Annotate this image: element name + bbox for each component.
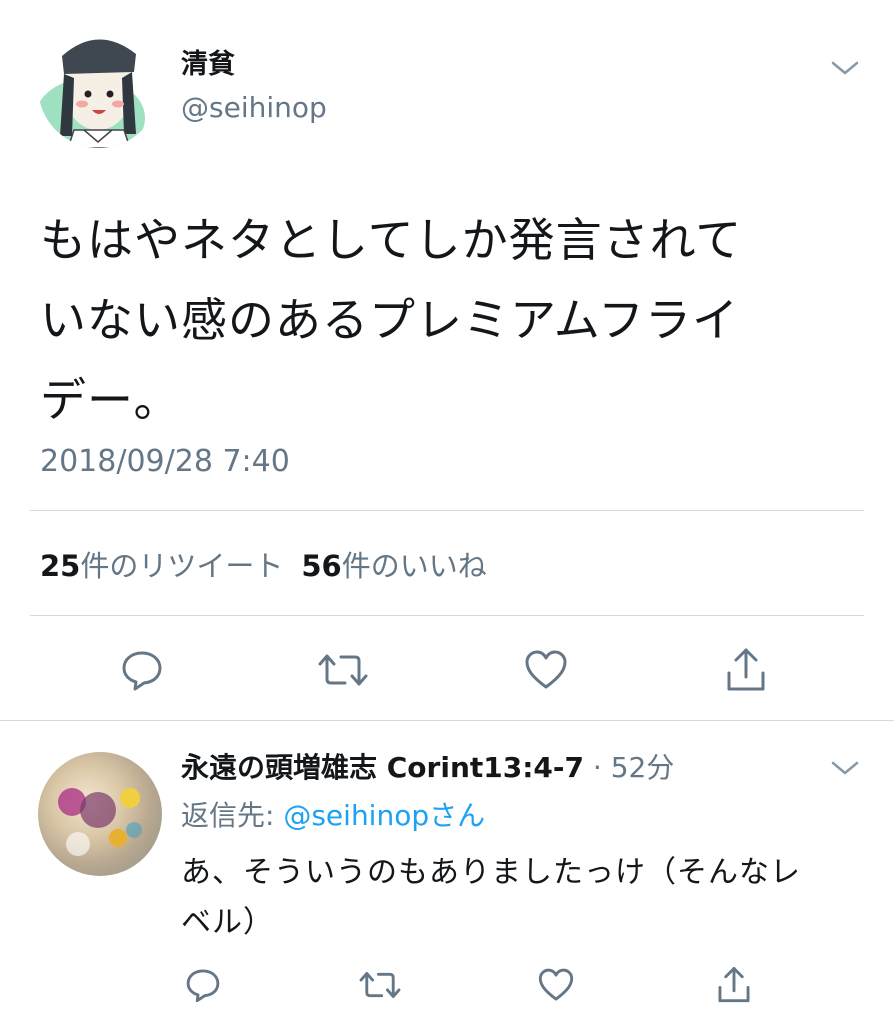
- reply-reply-button[interactable]: [173, 955, 233, 1015]
- retweet-stat[interactable]: 25件のリツイート: [40, 549, 283, 583]
- share-icon: [718, 967, 750, 1003]
- heart-icon: [525, 650, 567, 689]
- share-icon: [727, 648, 765, 691]
- reply-time[interactable]: · 52分: [593, 751, 674, 784]
- retweet-button[interactable]: [313, 640, 373, 700]
- retweet-count: 25: [40, 549, 81, 583]
- reply-retweet-button[interactable]: [350, 955, 410, 1015]
- author-avatar[interactable]: [38, 26, 160, 148]
- reply-like-button[interactable]: [526, 955, 586, 1015]
- divider: [0, 720, 894, 721]
- reply-author-name[interactable]: 永遠の頭増雄志 Corint13:4-7: [181, 751, 584, 784]
- divider: [30, 510, 864, 511]
- reply-button[interactable]: [112, 640, 172, 700]
- retweet-icon: [359, 971, 401, 999]
- reply-to-handle[interactable]: @seihinop: [283, 799, 429, 832]
- chevron-down-icon[interactable]: [830, 58, 860, 78]
- reply-text: あ、そういうのもありましたっけ（そんなレ ベル）: [181, 855, 801, 940]
- speech-bubble-icon: [122, 651, 162, 691]
- reply-share-button[interactable]: [704, 955, 764, 1015]
- reply-to-label: 返信先:: [181, 799, 284, 832]
- tweet-stats: 25件のリツイート 56件のいいね: [40, 545, 487, 587]
- author-name[interactable]: 清貧: [181, 48, 235, 82]
- reply-author-avatar[interactable]: [38, 752, 162, 876]
- reply-to-suffix: さん: [429, 799, 486, 832]
- author-handle[interactable]: @seihinop: [181, 90, 327, 126]
- retweet-icon: [318, 654, 368, 686]
- share-button[interactable]: [716, 640, 776, 700]
- retweet-label: 件のリツイート: [80, 549, 284, 583]
- like-button[interactable]: [516, 640, 576, 700]
- like-count: 56: [301, 549, 342, 583]
- tweet-text: もはやネタとしてしか発言されて いない感のあるプレミアムフライ デー。: [40, 213, 743, 427]
- chevron-down-icon[interactable]: [830, 758, 860, 778]
- like-stat[interactable]: 56件のいいね: [301, 549, 486, 583]
- divider: [30, 615, 864, 616]
- speech-bubble-icon: [186, 969, 220, 1003]
- reply-to-line: 返信先: @seihinopさん: [181, 798, 485, 834]
- reply-header: 永遠の頭増雄志 Corint13:4-7 · 52分: [181, 750, 674, 786]
- heart-icon: [538, 968, 574, 1001]
- like-label: 件のいいね: [341, 549, 487, 583]
- tweet-timestamp[interactable]: 2018/09/28 7:40: [40, 440, 290, 484]
